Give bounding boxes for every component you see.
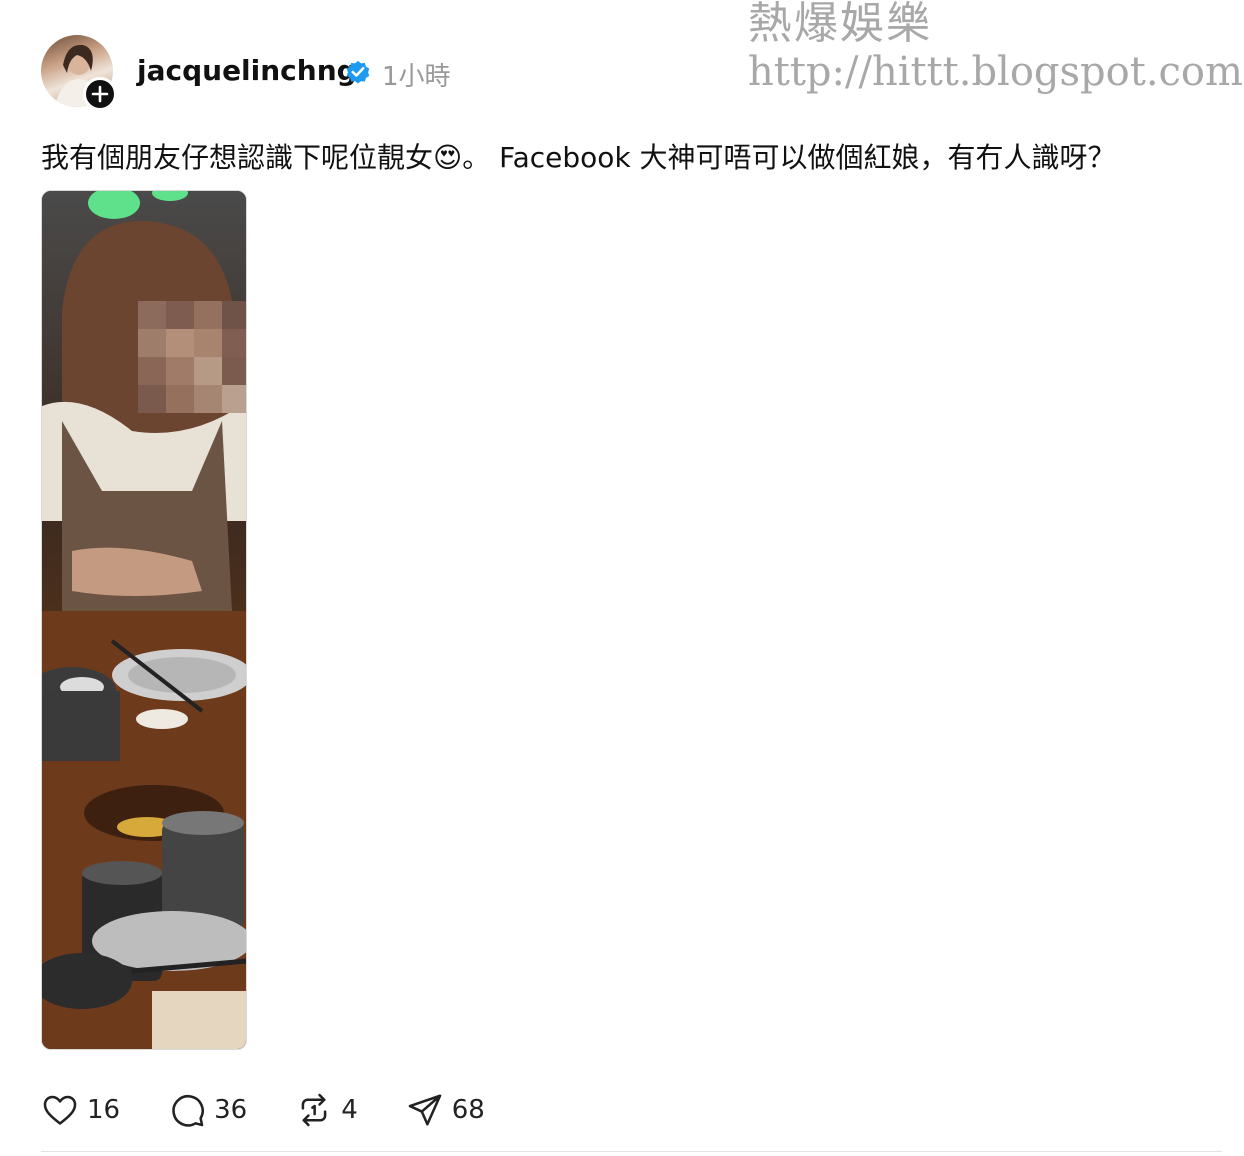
like-button[interactable]: 16 [41, 1091, 120, 1129]
comment-count: 36 [214, 1095, 248, 1125]
watermark-url: http://hittt.blogspot.com··· [748, 52, 1244, 92]
watermark-title: 熱爆娛樂 [748, 0, 932, 49]
repost-icon [301, 1093, 327, 1127]
action-bar: 16 36 4 68 [41, 1090, 533, 1130]
comment-button[interactable]: 36 [168, 1091, 247, 1129]
repost-button[interactable]: 4 [295, 1091, 358, 1129]
post-time[interactable]: 1小時 [382, 56, 451, 93]
verified-icon [346, 60, 370, 84]
comment-icon [172, 1094, 204, 1127]
watermark: 熱爆娛樂 http://hittt.blogspot.com··· [748, 0, 1244, 93]
repost-count: 4 [341, 1095, 358, 1125]
divider [41, 1151, 1222, 1152]
share-button[interactable]: 68 [406, 1091, 485, 1129]
post-image[interactable] [41, 190, 247, 1050]
like-count: 16 [87, 1095, 121, 1125]
plus-icon [91, 85, 109, 103]
send-icon [408, 1094, 442, 1126]
post-text: 我有個朋友仔想認識下呢位靚女😍。 Facebook 大神可唔可以做個紅娘，有冇人… [41, 141, 1116, 174]
share-count: 68 [451, 1095, 485, 1125]
follow-button[interactable] [83, 77, 117, 111]
watermark-url-text: http://hittt.blogspot.com [748, 49, 1243, 95]
username-link[interactable]: jacquelinchng [137, 54, 357, 87]
avatar-container[interactable] [41, 35, 117, 111]
heart-icon [43, 1095, 77, 1125]
